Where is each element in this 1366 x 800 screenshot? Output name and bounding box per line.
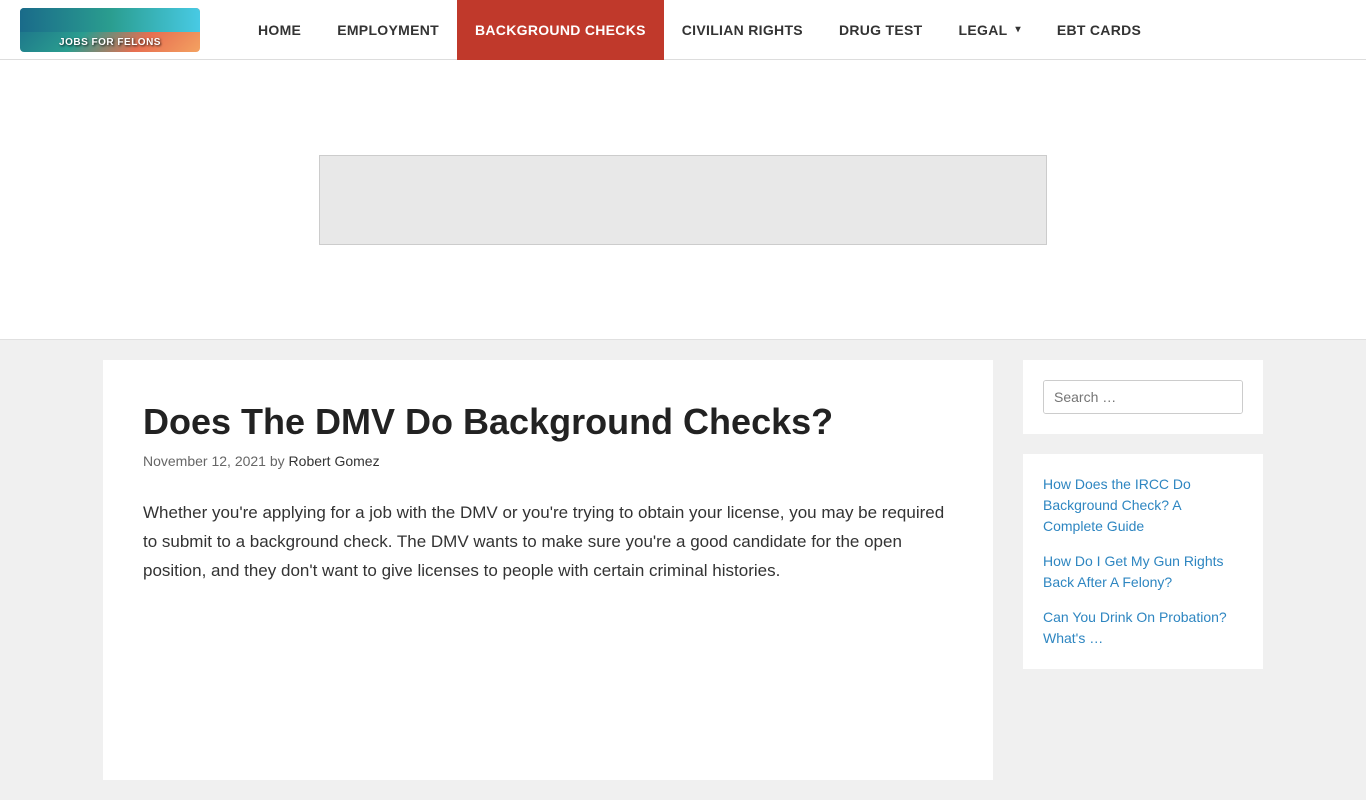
sidebar-links-widget: How Does the IRCC Do Background Check? A… bbox=[1023, 454, 1263, 669]
article-body: Whether you're applying for a job with t… bbox=[143, 499, 953, 586]
site-logo[interactable] bbox=[20, 8, 200, 52]
search-input-wrap bbox=[1043, 380, 1243, 414]
site-header: HOME EMPLOYMENT BACKGROUND CHECKS CIVILI… bbox=[0, 0, 1366, 60]
chevron-down-icon: ▾ bbox=[1015, 24, 1020, 35]
article: Does The DMV Do Background Checks? Novem… bbox=[103, 360, 993, 780]
ad-banner-area bbox=[0, 60, 1366, 340]
article-paragraph: Whether you're applying for a job with t… bbox=[143, 499, 953, 586]
main-navigation: HOME EMPLOYMENT BACKGROUND CHECKS CIVILI… bbox=[240, 0, 1346, 60]
article-author[interactable]: Robert Gomez bbox=[289, 453, 380, 469]
nav-home[interactable]: HOME bbox=[240, 0, 319, 60]
logo-image bbox=[20, 8, 200, 52]
sidebar-link-1[interactable]: How Does the IRCC Do Background Check? A… bbox=[1043, 474, 1243, 537]
sidebar-link-2[interactable]: How Do I Get My Gun Rights Back After A … bbox=[1043, 551, 1243, 593]
sidebar-link-3[interactable]: Can You Drink On Probation? What's … bbox=[1043, 607, 1243, 649]
sidebar: How Does the IRCC Do Background Check? A… bbox=[1023, 360, 1263, 780]
search-input[interactable] bbox=[1044, 381, 1243, 413]
article-meta: November 12, 2021 by Robert Gomez bbox=[143, 453, 953, 469]
advertisement bbox=[319, 155, 1047, 245]
nav-employment[interactable]: EMPLOYMENT bbox=[319, 0, 457, 60]
article-title: Does The DMV Do Background Checks? bbox=[143, 400, 953, 443]
content-area: Does The DMV Do Background Checks? Novem… bbox=[83, 340, 1283, 800]
nav-ebt-cards[interactable]: EBT CARDS bbox=[1039, 0, 1159, 60]
nav-background-checks[interactable]: BACKGROUND CHECKS bbox=[457, 0, 664, 60]
nav-legal[interactable]: LEGAL ▾ bbox=[941, 0, 1039, 60]
article-by: by bbox=[270, 453, 289, 469]
article-date: November 12, 2021 bbox=[143, 453, 266, 469]
nav-drug-test[interactable]: DRUG TEST bbox=[821, 0, 941, 60]
sidebar-search-widget bbox=[1023, 360, 1263, 434]
nav-civilian-rights[interactable]: CIVILIAN RIGHTS bbox=[664, 0, 821, 60]
